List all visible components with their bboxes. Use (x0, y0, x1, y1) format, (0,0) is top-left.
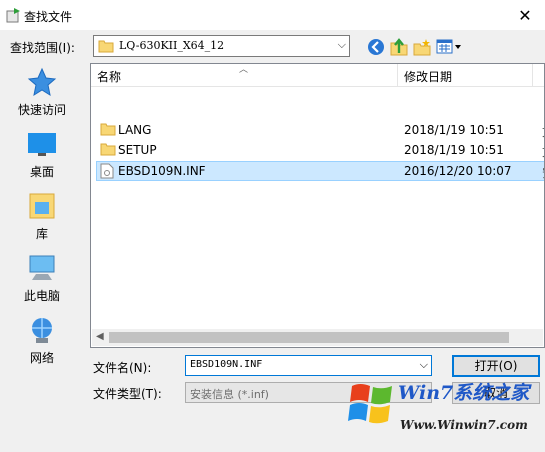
up-folder-button[interactable] (389, 37, 409, 57)
table-row[interactable]: EBSD109N.INF 2016/12/20 10:07 安 (96, 161, 544, 181)
computer-icon (29, 255, 55, 280)
close-button[interactable]: ✕ (505, 0, 545, 30)
file-name: EBSD109N.INF (118, 164, 206, 178)
scroll-left-icon[interactable]: ◀ (96, 331, 104, 342)
back-arrow-icon (368, 39, 384, 55)
file-list[interactable]: ︿ 名称 修改日期 LANG 2018/1/19 10:51 文 SETUP 2… (90, 63, 545, 348)
column-name-header[interactable]: 名称 (97, 68, 121, 85)
file-name-value: EBSD109N.INF (190, 359, 263, 370)
folder-icon (100, 143, 116, 156)
file-date: 2018/1/19 10:51 (404, 123, 504, 137)
places-bar: 快速访问 桌面 库 此电脑 网络 (0, 63, 84, 366)
place-label: 库 (35, 227, 48, 241)
file-date: 2016/12/20 10:07 (404, 164, 512, 178)
close-icon: ✕ (518, 5, 532, 25)
file-name-label: 文件名(N): (93, 361, 152, 375)
column-divider[interactable] (397, 64, 398, 86)
star-icon (27, 67, 57, 97)
view-menu-button[interactable] (434, 37, 464, 57)
dialog-body: 查找范围(I): LQ-630KII_X64_12 ⌵ 快速访问 桌面 库 此电… (0, 30, 545, 432)
app-icon (6, 8, 20, 23)
file-type-value: 安装信息 (*.inf) (190, 388, 269, 401)
window-title: 查找文件 (24, 10, 73, 24)
column-divider[interactable] (532, 64, 533, 86)
horizontal-scrollbar[interactable]: ◀ (92, 329, 543, 346)
settings-file-icon (100, 163, 114, 179)
place-quick-access[interactable]: 快速访问 (0, 67, 84, 118)
table-row[interactable]: LANG 2018/1/19 10:51 文 (96, 120, 544, 140)
look-in-combo[interactable]: LQ-630KII_X64_12 ⌵ (93, 35, 350, 57)
folder-icon (98, 40, 114, 53)
folder-icon (100, 123, 116, 136)
desktop-icon (28, 133, 56, 156)
new-folder-icon (413, 39, 431, 56)
look-in-label: 查找范围(I): (10, 41, 75, 55)
up-folder-icon (390, 38, 408, 56)
file-type-label: 文件类型(T): (93, 387, 162, 401)
place-library[interactable]: 库 (0, 191, 84, 242)
title-bar: 查找文件 ✕ (0, 0, 545, 30)
watermark: Win7系统之家 Www.Winwin7.com (346, 372, 545, 452)
file-name: LANG (118, 123, 152, 137)
network-icon (32, 318, 52, 343)
windows-logo-icon (348, 384, 392, 424)
place-this-pc[interactable]: 此电脑 (0, 253, 84, 304)
watermark-site: Www.Winwin7.com (400, 418, 528, 432)
look-in-value: LQ-630KII_X64_12 (119, 39, 225, 52)
library-icon (29, 193, 55, 219)
place-label: 网络 (29, 351, 54, 365)
back-button[interactable] (366, 37, 386, 57)
place-network[interactable]: 网络 (0, 315, 84, 366)
column-modified-header[interactable]: 修改日期 (404, 68, 452, 85)
list-header: ︿ 名称 修改日期 (91, 64, 544, 87)
file-date: 2018/1/19 10:51 (404, 143, 504, 157)
chevron-down-icon[interactable]: ⌵ (338, 38, 346, 52)
sort-ascending-icon: ︿ (239, 65, 249, 75)
place-label: 快速访问 (17, 103, 66, 117)
place-label: 此电脑 (23, 289, 60, 303)
table-row[interactable]: SETUP 2018/1/19 10:51 文 (96, 140, 544, 160)
new-folder-button[interactable] (412, 37, 432, 57)
scrollbar-thumb[interactable] (109, 332, 509, 343)
watermark-brand: Win7系统之家 (398, 382, 530, 404)
view-grid-icon (436, 39, 461, 54)
file-name: SETUP (118, 143, 157, 157)
place-label: 桌面 (29, 165, 54, 179)
place-desktop[interactable]: 桌面 (0, 129, 84, 180)
chevron-down-icon[interactable]: ⌵ (420, 358, 428, 372)
